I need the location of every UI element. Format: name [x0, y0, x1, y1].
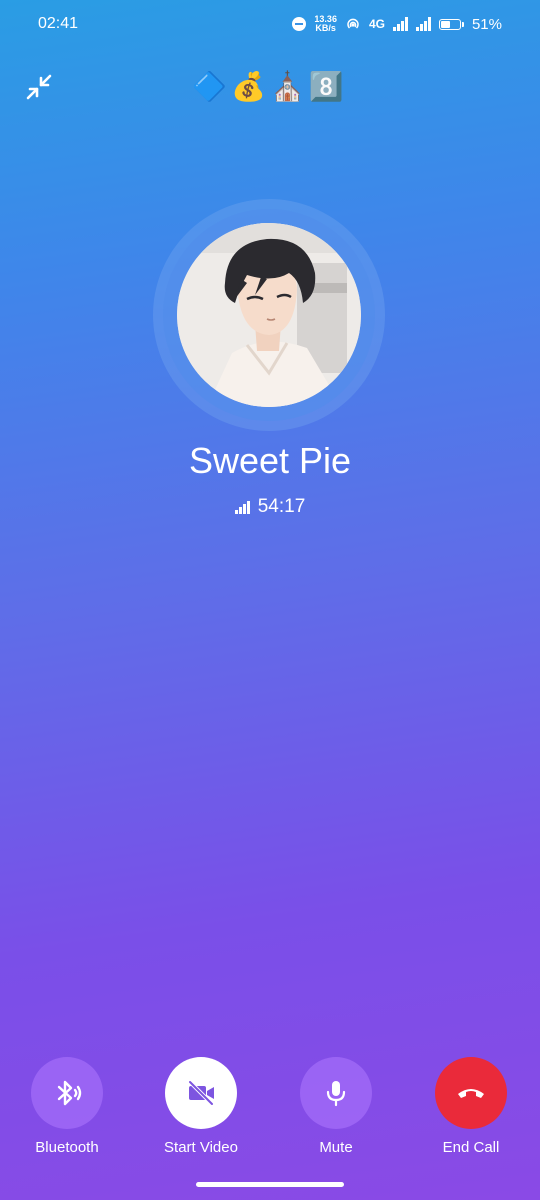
net-speed: 13.36 KB/s	[314, 15, 337, 33]
network-type: 4G	[368, 17, 385, 31]
signal-strength-icon-2	[415, 17, 431, 31]
battery-percent: 51%	[471, 15, 502, 33]
battery-fill	[440, 20, 450, 28]
hotspot-icon	[347, 18, 359, 29]
bluetooth-button[interactable]	[31, 1057, 103, 1129]
caller-name: Sweet Pie	[188, 440, 352, 481]
start-video-label: Start Video	[164, 1139, 238, 1156]
net-speed-unit: KB/s	[315, 23, 336, 33]
mute-button[interactable]	[300, 1057, 372, 1129]
avatar	[177, 223, 361, 407]
hang-up-icon	[458, 1089, 484, 1098]
battery-icon	[438, 18, 464, 30]
avatar-illustration	[177, 223, 361, 407]
status-bar: 02:41 13.36 KB/s 4G 51%	[0, 0, 540, 48]
do-not-disturb-icon	[292, 17, 307, 31]
end-call-button[interactable]	[435, 1057, 507, 1129]
bluetooth-icon	[57, 1080, 82, 1106]
bluetooth-control: Bluetooth	[7, 1057, 127, 1156]
call-duration: 54:17	[257, 496, 306, 517]
video-off-icon	[188, 1080, 214, 1106]
status-time: 02:41	[38, 15, 79, 32]
signal-strength-icon-1	[392, 17, 408, 31]
mute-label: Mute	[319, 1139, 353, 1156]
mute-control: Mute	[276, 1057, 396, 1156]
call-title-emoji: 🔷💰⛪8️⃣	[192, 71, 348, 102]
microphone-icon	[326, 1081, 346, 1107]
start-video-control: Start Video	[141, 1057, 261, 1156]
start-video-button[interactable]	[165, 1057, 237, 1129]
end-call-control: End Call	[411, 1057, 531, 1156]
home-indicator[interactable]	[196, 1182, 344, 1187]
signal-bars-icon	[234, 500, 250, 514]
end-call-label: End Call	[442, 1139, 500, 1156]
status-icons: 13.36 KB/s 4G 51%	[292, 15, 502, 33]
call-status: 54:17	[0, 496, 540, 518]
bluetooth-label: Bluetooth	[35, 1139, 99, 1156]
